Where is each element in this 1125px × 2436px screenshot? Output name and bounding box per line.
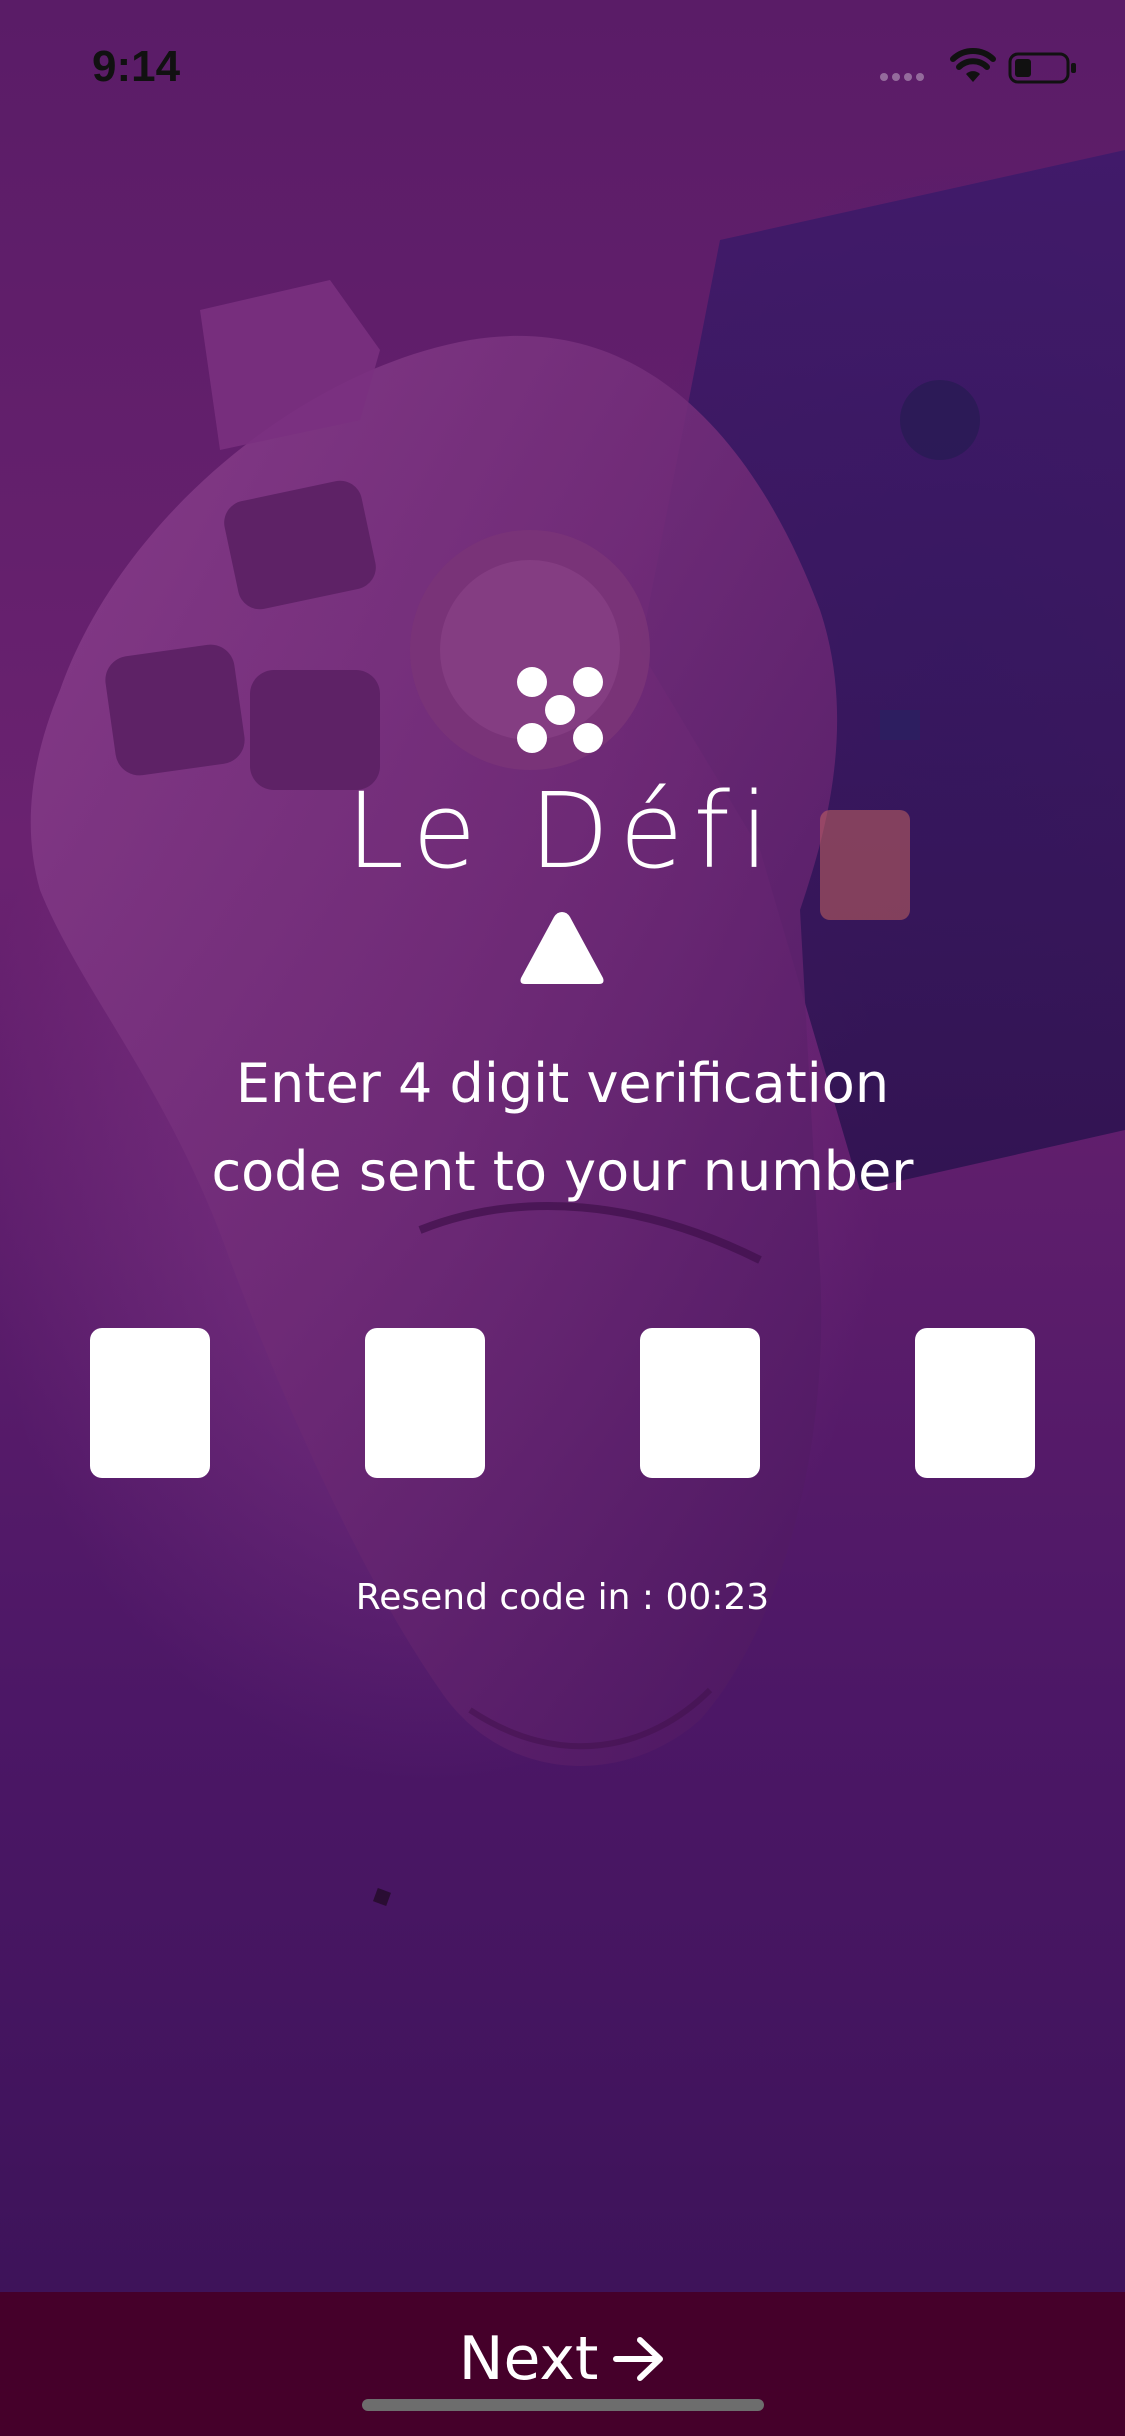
resend-timer: 00:23 [665, 1577, 770, 1618]
status-time: 9:14 [92, 42, 181, 91]
code-digit-input-4[interactable] [915, 1328, 1035, 1478]
battery-icon [1008, 52, 1076, 84]
logo-triangle-icon [520, 912, 604, 984]
code-digit-input-1[interactable] [90, 1328, 210, 1478]
resend-code-countdown: Resend code in : 00:23 [0, 1577, 1125, 1618]
next-button[interactable]: Next [400, 2314, 725, 2404]
next-label: Next [458, 2324, 599, 2394]
wifi-icon [950, 48, 996, 82]
logo-dots-icon [517, 667, 603, 753]
verification-heading: Enter 4 digit verification code sent to … [0, 1040, 1125, 1216]
resend-label: Resend code in : [355, 1577, 666, 1618]
brand-name: Le Défi [346, 770, 779, 892]
footer-bar: Next [0, 2292, 1125, 2436]
code-digit-input-3[interactable] [640, 1328, 760, 1478]
home-indicator [362, 2399, 764, 2411]
arrow-right-icon [613, 2337, 664, 2381]
signal-icon [880, 68, 928, 86]
heading-line-1: Enter 4 digit verification [235, 1052, 890, 1115]
heading-line-2: code sent to your number [211, 1140, 914, 1203]
code-digit-input-2[interactable] [365, 1328, 485, 1478]
